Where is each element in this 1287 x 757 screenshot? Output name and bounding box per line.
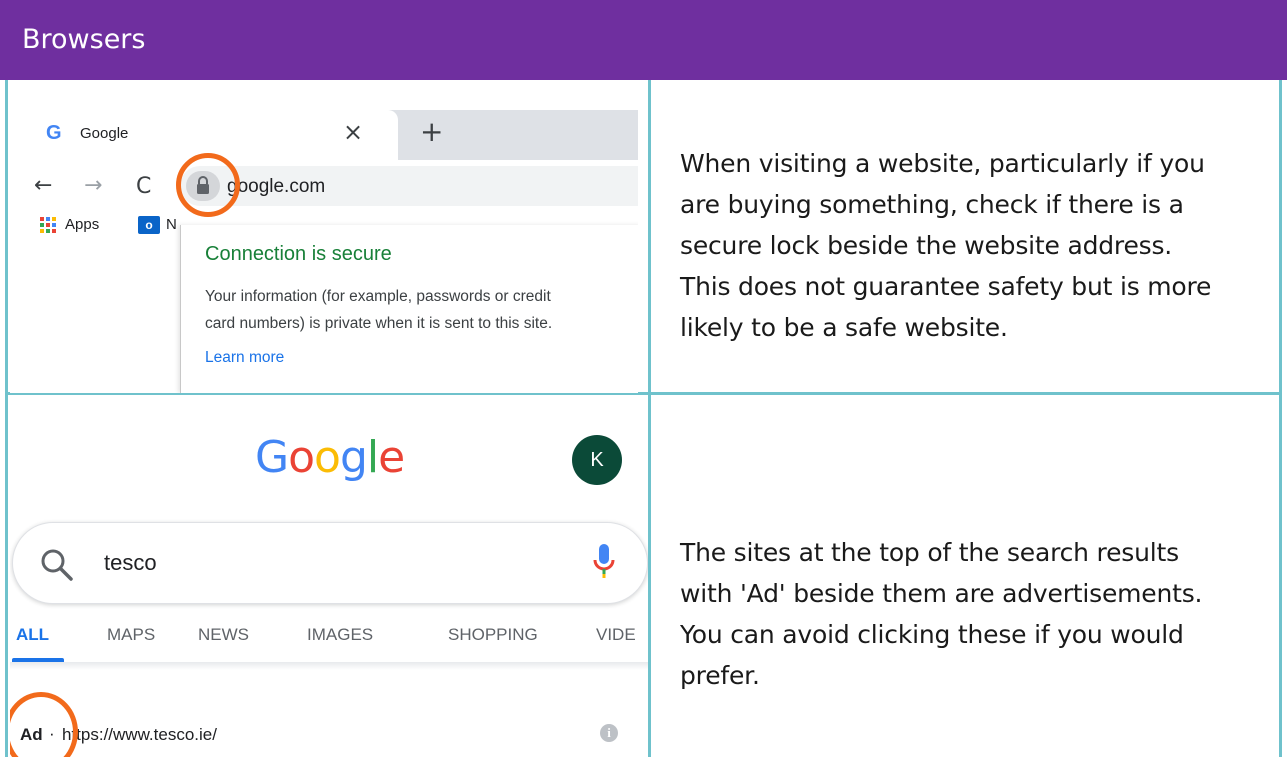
bookmark-truncated[interactable]: N bbox=[166, 216, 177, 233]
description-line: prefer. bbox=[680, 661, 760, 690]
result-url[interactable]: https://www.tesco.ie/ bbox=[62, 725, 217, 745]
search-screenshot: Google K tesco ALL MAPS NEWS IMAGES SHOP… bbox=[10, 420, 648, 757]
description-line: secure lock beside the website address. bbox=[680, 231, 1173, 260]
popup-body-line: Your information (for example, passwords… bbox=[205, 288, 551, 305]
table-border-middle bbox=[648, 80, 651, 757]
description-line: with 'Ad' beside them are advertisements… bbox=[680, 579, 1203, 608]
description-line: likely to be a safe website. bbox=[680, 313, 1008, 342]
reload-icon[interactable]: C bbox=[136, 174, 151, 199]
tab-images[interactable]: IMAGES bbox=[307, 625, 373, 645]
microphone-icon[interactable] bbox=[592, 542, 616, 582]
google-logo: Google bbox=[255, 432, 405, 483]
search-icon bbox=[41, 549, 73, 581]
section-header: Browsers bbox=[0, 0, 1287, 80]
logo-letter: G bbox=[255, 432, 289, 483]
connection-secure-title: Connection is secure bbox=[205, 243, 392, 265]
new-tab-icon[interactable]: + bbox=[420, 115, 443, 148]
description-line: are buying something, check if there is … bbox=[680, 190, 1184, 219]
tab-maps[interactable]: MAPS bbox=[107, 625, 155, 645]
info-icon[interactable]: i bbox=[600, 724, 618, 742]
tab-videos[interactable]: VIDE bbox=[596, 625, 636, 645]
popup-body-line: card numbers) is private when it is sent… bbox=[205, 315, 553, 332]
description-line: The sites at the top of the search resul… bbox=[680, 538, 1179, 567]
logo-letter: o bbox=[288, 432, 315, 483]
google-favicon-icon: G bbox=[46, 122, 62, 144]
tab-shopping[interactable]: SHOPPING bbox=[448, 625, 538, 645]
logo-letter: o bbox=[314, 432, 341, 483]
bookmark-apps[interactable]: Apps bbox=[65, 216, 99, 233]
description-line: This does not guarantee safety but is mo… bbox=[680, 272, 1212, 301]
description-line: When visiting a website, particularly if… bbox=[680, 149, 1205, 178]
learn-more-link[interactable]: Learn more bbox=[205, 349, 284, 367]
table-border-right bbox=[1279, 80, 1282, 757]
row2-description: The sites at the top of the search resul… bbox=[680, 532, 1202, 696]
outlook-letter: o bbox=[145, 218, 153, 232]
close-tab-icon[interactable]: × bbox=[343, 118, 363, 146]
table-border-left bbox=[5, 80, 8, 757]
back-arrow-icon[interactable]: ← bbox=[34, 173, 52, 198]
logo-letter: l bbox=[366, 432, 379, 483]
search-input[interactable]: tesco bbox=[104, 550, 157, 576]
tab-title: Google bbox=[80, 125, 129, 142]
account-avatar[interactable]: K bbox=[572, 435, 622, 485]
tab-news[interactable]: NEWS bbox=[198, 625, 249, 645]
tabs-divider bbox=[10, 662, 648, 670]
lock-highlight-circle bbox=[176, 153, 240, 217]
url-text[interactable]: google.com bbox=[227, 176, 325, 198]
description-line: You can avoid clicking these if you woul… bbox=[680, 620, 1184, 649]
logo-letter: g bbox=[339, 432, 368, 483]
tab-all[interactable]: ALL bbox=[16, 625, 49, 645]
logo-letter: e bbox=[378, 432, 405, 483]
browser-screenshot: G Google × + ← → C google.com Apps o N C… bbox=[10, 85, 638, 393]
connection-secure-body: Your information (for example, passwords… bbox=[205, 283, 635, 337]
apps-grid-icon[interactable] bbox=[40, 217, 56, 233]
section-title: Browsers bbox=[22, 24, 146, 55]
row1-description: When visiting a website, particularly if… bbox=[680, 143, 1211, 348]
forward-arrow-icon[interactable]: → bbox=[84, 173, 102, 198]
ad-highlight-circle bbox=[10, 692, 78, 757]
outlook-icon[interactable]: o bbox=[138, 216, 160, 234]
